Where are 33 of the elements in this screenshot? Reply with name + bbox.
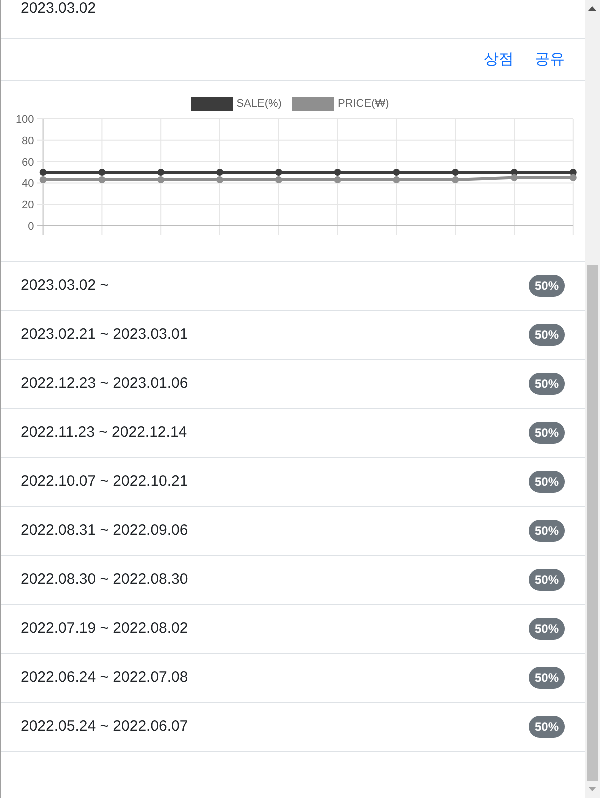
discount-badge: 50% xyxy=(528,569,565,591)
period-text: 2022.07.19 ~ 2022.08.02 xyxy=(21,619,188,639)
y-tick-label: 20 xyxy=(22,200,34,212)
y-tick-label: 60 xyxy=(22,156,34,169)
period-text: 2022.08.30 ~ 2022.08.30 xyxy=(21,570,188,590)
discount-badge: 50% xyxy=(528,716,565,738)
discount-badge: 50% xyxy=(528,275,565,297)
discount-badge: 50% xyxy=(528,471,565,493)
scrollbar-thumb[interactable] xyxy=(587,265,598,781)
period-text: 2022.06.24 ~ 2022.07.08 xyxy=(21,668,188,688)
header-link[interactable]: 상점 xyxy=(484,50,514,70)
discount-badge: 50% xyxy=(528,618,565,640)
period-text: 2022.08.31 ~ 2022.09.06 xyxy=(21,521,188,541)
scrollbar[interactable] xyxy=(585,0,600,798)
discount-badge: 50% xyxy=(528,667,565,689)
discount-badge: 50% xyxy=(528,422,565,444)
period-text: 2022.05.24 ~ 2022.06.07 xyxy=(21,717,188,737)
period-text: 2023.02.21 ~ 2023.03.01 xyxy=(21,325,188,345)
period-text: 2023.03.02 ~ xyxy=(21,276,110,296)
date-text: 2023.03.02 xyxy=(21,0,96,18)
discount-badge: 50% xyxy=(528,324,565,346)
discount-badge: 50% xyxy=(528,373,565,395)
discount-badge: 50% xyxy=(528,520,565,542)
period-text: 2022.11.23 ~ 2022.12.14 xyxy=(21,423,188,443)
y-tick-label: 0 xyxy=(28,221,34,233)
y-tick-label: 40 xyxy=(22,178,34,190)
header-link[interactable]: 공유 xyxy=(535,50,565,70)
legend-label: SALE(%) xyxy=(236,96,282,110)
legend-label: PRICE(₩) xyxy=(338,96,390,110)
period-text: 2022.12.23 ~ 2023.01.06 xyxy=(21,374,188,394)
y-tick-label: 100 xyxy=(16,114,34,126)
period-text: 2022.10.07 ~ 2022.10.21 xyxy=(21,472,188,492)
y-tick-label: 80 xyxy=(22,135,34,148)
